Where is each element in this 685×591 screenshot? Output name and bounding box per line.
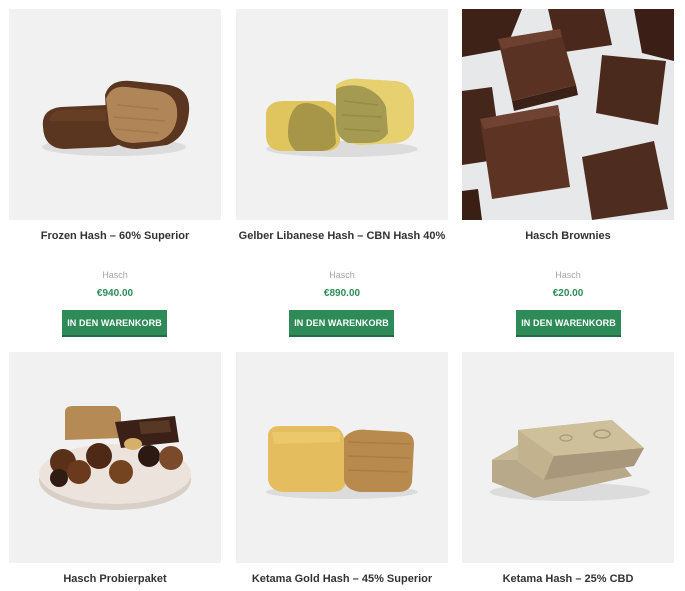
product-category[interactable]: Hasch [9,270,221,280]
product-image-link[interactable] [9,352,221,563]
product-category[interactable]: Hasch [462,270,674,280]
product-title[interactable]: Gelber Libanese Hash – CBN Hash 40% [236,230,448,242]
add-to-cart-button[interactable]: IN DEN WARENKORB [516,310,621,337]
product-title[interactable]: Ketama Gold Hash – 45% Superior [236,573,448,585]
product-price: €890.00 [323,288,361,299]
product-price: €20.00 [552,288,584,299]
product-category[interactable]: Hasch [236,270,448,280]
gelber-libanese-hash-image [266,78,418,157]
product-title[interactable]: Frozen Hash – 60% Superior [9,230,221,242]
product-title[interactable]: Hasch Brownies [462,230,674,242]
product-image-link[interactable] [462,352,674,563]
product-grid: Frozen Hash – 60% Superior Hasch €940.00… [0,0,685,591]
product-card: Ketama Gold Hash – 45% Superior [236,352,448,591]
product-image-link[interactable] [236,352,448,563]
ketama-hash-image [490,420,650,501]
product-card: Ketama Hash – 25% CBD [462,352,674,591]
product-card: Hasch Brownies Hasch €20.00 IN DEN WAREN… [462,9,674,339]
product-image-link[interactable] [462,9,674,220]
product-image-link[interactable] [9,9,221,220]
product-price: €940.00 [96,288,134,299]
product-title[interactable]: Hasch Probierpaket [9,573,221,585]
hasch-probierpaket-image [39,406,191,510]
add-to-cart-button[interactable]: IN DEN WARENKORB [289,310,394,337]
frozen-hash-image [42,80,190,156]
product-image-link[interactable] [236,9,448,220]
hasch-brownies-image [462,9,674,220]
product-title[interactable]: Ketama Hash – 25% CBD [462,573,674,585]
product-card: Frozen Hash – 60% Superior Hasch €940.00… [9,9,221,339]
product-card: Gelber Libanese Hash – CBN Hash 40% Hasc… [236,9,448,339]
ketama-gold-hash-image [266,426,418,499]
add-to-cart-button[interactable]: IN DEN WARENKORB [62,310,167,337]
product-card: Hasch Probierpaket [9,352,221,591]
